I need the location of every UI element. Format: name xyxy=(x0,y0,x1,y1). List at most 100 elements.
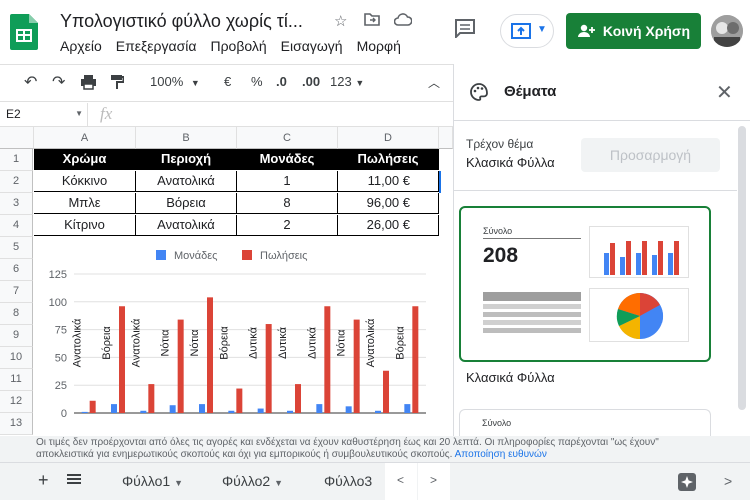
row-header[interactable]: 8 xyxy=(0,303,33,325)
bar-sales xyxy=(383,370,389,413)
undo-icon[interactable]: ↶ xyxy=(24,72,37,92)
bar-category-label: Δυτικά xyxy=(306,326,318,359)
currency-format-button[interactable]: € xyxy=(224,74,231,89)
menu-item-edit[interactable]: Επεξεργασία xyxy=(116,38,197,54)
add-sheet-icon[interactable]: + xyxy=(38,470,49,491)
table-cell[interactable]: Βόρεια xyxy=(136,193,237,214)
share-label: Κοινή Χρήση xyxy=(602,23,691,39)
table-cell[interactable]: 26,00 € xyxy=(338,215,439,236)
menu-item-insert[interactable]: Εισαγωγή xyxy=(281,38,343,54)
column-header-c[interactable]: C xyxy=(237,127,338,149)
table-cell[interactable]: 8 xyxy=(237,193,338,214)
formula-bar: E2 ▼ fx xyxy=(0,103,453,127)
table-cell[interactable]: 11,00 € xyxy=(338,171,439,192)
bar-sales xyxy=(148,384,155,413)
zoom-value: 100% xyxy=(150,74,184,89)
more-formats-button[interactable]: 123 ▼ xyxy=(330,74,364,89)
table-header[interactable]: Περιοχή xyxy=(136,149,237,170)
redo-icon[interactable]: ↷ xyxy=(52,72,65,92)
row-header[interactable]: 10 xyxy=(0,347,33,369)
table-cell[interactable]: 96,00 € xyxy=(338,193,439,214)
table-cell[interactable]: Ανατολικά xyxy=(136,171,237,192)
table-cell[interactable]: 2 xyxy=(237,215,338,236)
menu-item-format[interactable]: Μορφή xyxy=(357,38,401,54)
document-title[interactable]: Υπολογιστικό φύλλο χωρίς τί... xyxy=(60,11,303,32)
table-cell[interactable]: Κίτρινο xyxy=(34,215,136,236)
print-icon[interactable] xyxy=(80,74,97,93)
all-sheets-icon[interactable] xyxy=(67,472,81,489)
row-header[interactable]: 5 xyxy=(0,237,33,259)
row-header[interactable]: 1 xyxy=(0,149,33,171)
row-header[interactable]: 9 xyxy=(0,325,33,347)
sheets-logo-icon[interactable] xyxy=(10,14,38,50)
row-header[interactable]: 4 xyxy=(0,215,33,237)
table-header[interactable]: Πωλήσεις xyxy=(338,149,439,170)
row-header[interactable]: 7 xyxy=(0,281,33,303)
column-header-e[interactable] xyxy=(439,127,453,149)
sheet-tab-2[interactable]: Φύλλο2 ▼ xyxy=(222,473,283,489)
column-header-a[interactable]: A xyxy=(34,127,136,149)
sidebar-scrollbar[interactable] xyxy=(738,126,746,410)
bar-category-label: Βόρεια xyxy=(218,326,230,360)
star-icon[interactable]: ☆ xyxy=(334,12,347,30)
comment-history-icon[interactable] xyxy=(454,18,476,43)
explore-panel-toggle[interactable]: > xyxy=(724,473,732,489)
customize-button[interactable]: Προσαρμογή xyxy=(581,138,720,172)
row-header[interactable]: 13 xyxy=(0,413,33,435)
name-box[interactable]: E2 ▼ xyxy=(0,103,88,127)
disclaimer-link[interactable]: Αποποίηση ευθυνών xyxy=(455,449,547,460)
table-cell[interactable]: Κόκκινο xyxy=(34,171,136,192)
collapse-toolbar-icon[interactable]: ︿ xyxy=(428,74,440,91)
zoom-select[interactable]: 100% ▼ xyxy=(150,74,200,89)
cloud-status-icon[interactable] xyxy=(393,12,413,30)
row-header[interactable]: 3 xyxy=(0,193,33,215)
tab-scroll-left[interactable]: < xyxy=(385,463,417,501)
avatar[interactable] xyxy=(711,15,743,47)
table-cell[interactable]: 1 xyxy=(237,171,338,192)
top-bar: Υπολογιστικό φύλλο χωρίς τί... ☆ Αρχείο … xyxy=(0,0,750,64)
paint-format-icon[interactable] xyxy=(110,74,125,93)
bar-units xyxy=(375,410,381,413)
move-folder-icon[interactable] xyxy=(364,12,380,30)
select-all-corner[interactable] xyxy=(0,127,34,149)
row-header[interactable]: 11 xyxy=(0,369,33,391)
palette-icon xyxy=(470,83,488,101)
formula-input[interactable] xyxy=(132,103,453,127)
table-cell[interactable]: Ανατολικά xyxy=(136,215,237,236)
bar-category-label: Βόρεια xyxy=(394,326,406,360)
present-dropdown-icon[interactable]: ▼ xyxy=(537,24,547,35)
sheet-tab-3[interactable]: Φύλλο3 xyxy=(324,473,372,489)
explore-icon[interactable] xyxy=(676,471,698,493)
theme-card-classic[interactable]: Σύνολο 208 xyxy=(459,206,711,362)
decrease-decimal-button[interactable]: .0 xyxy=(276,74,287,89)
table-cell[interactable]: Μπλε xyxy=(34,193,136,214)
legend-label: Πωλήσεις xyxy=(260,250,307,262)
table-header[interactable]: Χρώμα xyxy=(34,149,136,170)
share-button[interactable]: Κοινή Χρήση xyxy=(566,13,701,49)
themes-sidebar: Θέματα ✕ Τρέχον θέμα Κλασικά Φύλλα Προσα… xyxy=(453,64,750,449)
divider xyxy=(454,190,737,191)
sheet-tab-1[interactable]: Φύλλο1 ▼ xyxy=(122,473,183,489)
close-icon[interactable]: ✕ xyxy=(716,80,733,105)
column-header-b[interactable]: B xyxy=(136,127,237,149)
row-header[interactable]: 2 xyxy=(0,171,33,193)
increase-decimal-button[interactable]: .00 xyxy=(302,74,320,89)
bar-category-label: Νότια xyxy=(160,329,172,357)
table-header[interactable]: Μονάδες xyxy=(237,149,338,170)
present-button[interactable]: ▼ xyxy=(500,14,554,48)
menu-item-file[interactable]: Αρχείο xyxy=(60,38,102,54)
column-header-d[interactable]: D xyxy=(338,127,439,149)
toolbar: ↶ ↷ 100% ▼ € % .0 .00 123 ▼ ︿ xyxy=(0,64,453,102)
embedded-chart[interactable]: 0 25 50 75 100 125 Μονάδες Πωλήσεις Ανατολικά Βόρ… xyxy=(34,238,438,420)
row-header[interactable]: 12 xyxy=(0,391,33,413)
percent-format-button[interactable]: % xyxy=(251,74,263,89)
bar-units xyxy=(111,404,117,413)
bar-sales xyxy=(236,388,243,413)
menu-item-view[interactable]: Προβολή xyxy=(210,38,266,54)
row-header[interactable]: 6 xyxy=(0,259,33,281)
tab-scroll-right[interactable]: > xyxy=(418,463,450,501)
bar-category-label: Δυτικά xyxy=(248,326,260,359)
more-formats-dropdown-icon: ▼ xyxy=(355,78,365,88)
selected-cell-e2[interactable] xyxy=(439,171,441,193)
bar-category-label: Βόρεια xyxy=(101,326,113,360)
